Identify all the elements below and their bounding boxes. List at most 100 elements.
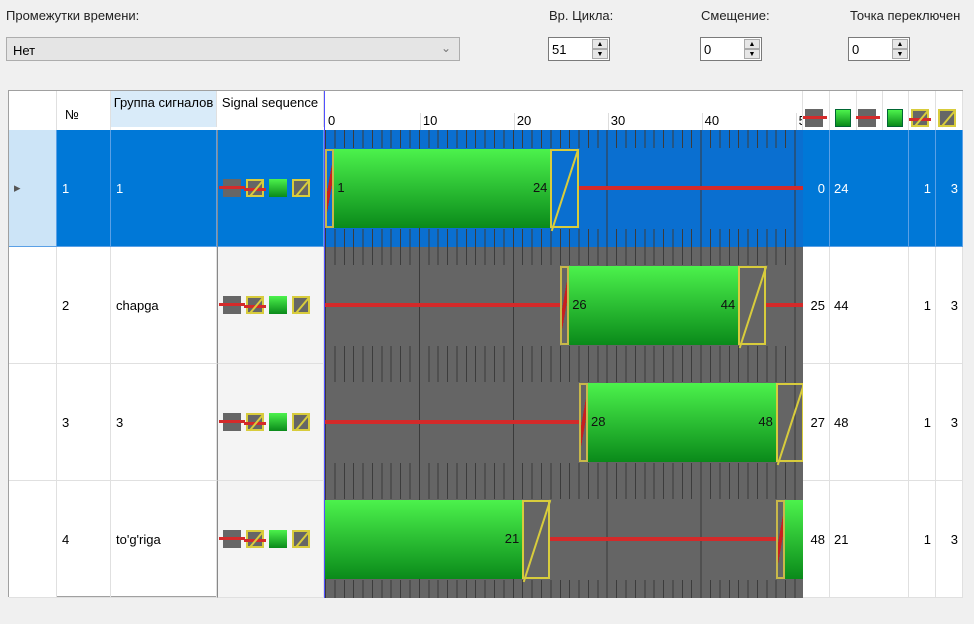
spin-down-button[interactable]: ▼ bbox=[744, 49, 760, 59]
value-cell-1[interactable]: 24 bbox=[830, 130, 857, 247]
signal-sequence[interactable] bbox=[217, 364, 324, 481]
signal-yellow-segment[interactable] bbox=[522, 499, 552, 583]
signal-sequence[interactable] bbox=[217, 130, 324, 247]
value-cell-0[interactable]: 48 bbox=[803, 481, 830, 598]
switch-point-value: 0 bbox=[852, 42, 860, 57]
table-row[interactable]: 3 3 28 48 27 48 1 3 bbox=[9, 364, 963, 481]
spin-up-button[interactable]: ▲ bbox=[744, 39, 760, 49]
row-group[interactable]: 3 bbox=[111, 364, 217, 481]
value-cell-5[interactable]: 3 bbox=[936, 481, 963, 598]
signal-redtrans-segment[interactable] bbox=[578, 383, 588, 462]
spin-down-button[interactable]: ▼ bbox=[592, 49, 608, 59]
spin-up-button[interactable]: ▲ bbox=[592, 39, 608, 49]
timeline-bar-area[interactable]: 28 48 bbox=[324, 364, 804, 481]
row-group[interactable]: to'g'riga bbox=[111, 481, 217, 598]
value-cell-3[interactable] bbox=[882, 247, 909, 364]
col-header-timeline: 0 10 20 30 40 5 bbox=[324, 91, 803, 130]
col-header-0[interactable] bbox=[803, 91, 830, 130]
value-cell-2[interactable] bbox=[856, 364, 883, 481]
value-cell-5[interactable]: 3 bbox=[936, 130, 963, 247]
table-row[interactable]: 2 chapga 26 44 25 44 1 3 bbox=[9, 247, 963, 364]
timeline-tick-label: 0 bbox=[328, 113, 336, 128]
row-header[interactable]: ▸ bbox=[9, 130, 57, 247]
table-row[interactable]: ▸ 1 1 1 24 0 24 1 3 bbox=[9, 130, 963, 247]
value-cell-5[interactable]: 3 bbox=[936, 364, 963, 481]
red-yellow-icon bbox=[909, 109, 931, 127]
signal-grid: № Группа сигналов Signal sequence 0 10 20 3… bbox=[8, 90, 963, 598]
col-header-group[interactable]: Группа сигналов bbox=[111, 91, 217, 127]
timeline-tick-label: 40 bbox=[701, 113, 719, 130]
offset-input[interactable]: 0 ▲ ▼ bbox=[700, 37, 762, 61]
value-cell-4[interactable]: 1 bbox=[909, 130, 936, 247]
signal-red-segment[interactable] bbox=[766, 303, 804, 307]
green-icon bbox=[269, 530, 287, 548]
row-number: 1 bbox=[57, 130, 111, 247]
timeline-bar-area[interactable]: 26 44 bbox=[324, 247, 804, 364]
yellow-icon bbox=[937, 109, 956, 127]
col-header-sequence[interactable]: Signal sequence bbox=[217, 91, 324, 127]
red-stop-icon bbox=[219, 413, 245, 431]
spin-up-button[interactable]: ▲ bbox=[892, 39, 908, 49]
green-icon bbox=[269, 179, 287, 197]
yellow-icon bbox=[292, 530, 310, 548]
signal-red-segment[interactable] bbox=[325, 420, 579, 424]
col-header-2[interactable] bbox=[856, 91, 883, 130]
col-header-1[interactable] bbox=[830, 91, 857, 130]
cycle-input[interactable]: 51 ▲ ▼ bbox=[548, 37, 610, 61]
value-cell-4[interactable]: 1 bbox=[909, 247, 936, 364]
red-stop-icon bbox=[856, 109, 880, 127]
signal-yellow-segment[interactable] bbox=[550, 148, 580, 232]
signal-sequence[interactable] bbox=[217, 247, 324, 364]
value-cell-2[interactable] bbox=[856, 130, 883, 247]
signal-redtrans-segment[interactable] bbox=[325, 149, 335, 228]
signal-redtrans-segment[interactable] bbox=[775, 500, 786, 579]
value-cell-0[interactable]: 0 bbox=[803, 130, 830, 247]
signal-sequence[interactable] bbox=[217, 481, 324, 598]
col-header-5[interactable] bbox=[936, 91, 963, 130]
value-cell-5[interactable]: 3 bbox=[936, 247, 963, 364]
value-cell-4[interactable]: 1 bbox=[909, 364, 936, 481]
timeline-bar-area[interactable]: 1 24 bbox=[324, 130, 804, 247]
col-header-3[interactable] bbox=[882, 91, 909, 130]
signal-yellow-segment[interactable] bbox=[775, 382, 804, 466]
value-cell-0[interactable]: 27 bbox=[803, 364, 830, 481]
cycle-label: Вр. Цикла: bbox=[549, 8, 614, 23]
value-cell-2[interactable] bbox=[856, 481, 883, 598]
signal-redtrans-segment[interactable] bbox=[559, 266, 570, 345]
row-group[interactable]: 1 bbox=[111, 130, 217, 247]
signal-yellow-segment[interactable] bbox=[738, 265, 768, 349]
yellow-icon bbox=[292, 179, 310, 197]
switch-point-input[interactable]: 0 ▲ ▼ bbox=[848, 37, 910, 61]
signal-red-segment[interactable] bbox=[325, 303, 560, 307]
signal-green-segment[interactable] bbox=[334, 149, 551, 228]
spin-down-button[interactable]: ▼ bbox=[892, 49, 908, 59]
signal-green-segment[interactable] bbox=[569, 266, 739, 345]
row-header[interactable] bbox=[9, 481, 57, 598]
intervals-dropdown[interactable]: Нет ⌄ bbox=[6, 37, 460, 61]
signal-green-segment[interactable] bbox=[785, 500, 804, 579]
signal-red-segment[interactable] bbox=[578, 186, 804, 190]
value-cell-1[interactable]: 44 bbox=[830, 247, 857, 364]
row-header[interactable] bbox=[9, 364, 57, 481]
value-cell-0[interactable]: 25 bbox=[803, 247, 830, 364]
timeline-bar-area[interactable]: 21 bbox=[324, 481, 804, 598]
signal-red-segment[interactable] bbox=[550, 537, 776, 541]
value-cell-1[interactable]: 48 bbox=[830, 364, 857, 481]
row-header[interactable] bbox=[9, 247, 57, 364]
row-group[interactable]: chapga bbox=[111, 247, 217, 364]
table-row[interactable]: 4 to'g'riga 21 48 21 1 3 bbox=[9, 481, 963, 598]
value-cell-4[interactable]: 1 bbox=[909, 481, 936, 598]
value-cell-3[interactable] bbox=[882, 130, 909, 247]
value-cell-3[interactable] bbox=[882, 481, 909, 598]
signal-green-segment[interactable] bbox=[587, 383, 776, 462]
col-header-4[interactable] bbox=[909, 91, 936, 130]
signal-green-segment[interactable] bbox=[325, 500, 523, 579]
col-header-num[interactable]: № bbox=[57, 91, 111, 130]
green-phase-label: 44 bbox=[720, 297, 736, 312]
green-phase-label: 48 bbox=[758, 414, 773, 429]
value-cell-2[interactable] bbox=[856, 247, 883, 364]
value-cell-3[interactable] bbox=[882, 364, 909, 481]
green-icon bbox=[269, 413, 287, 431]
green-phase-label: 1 bbox=[337, 180, 345, 195]
value-cell-1[interactable]: 21 bbox=[830, 481, 857, 598]
